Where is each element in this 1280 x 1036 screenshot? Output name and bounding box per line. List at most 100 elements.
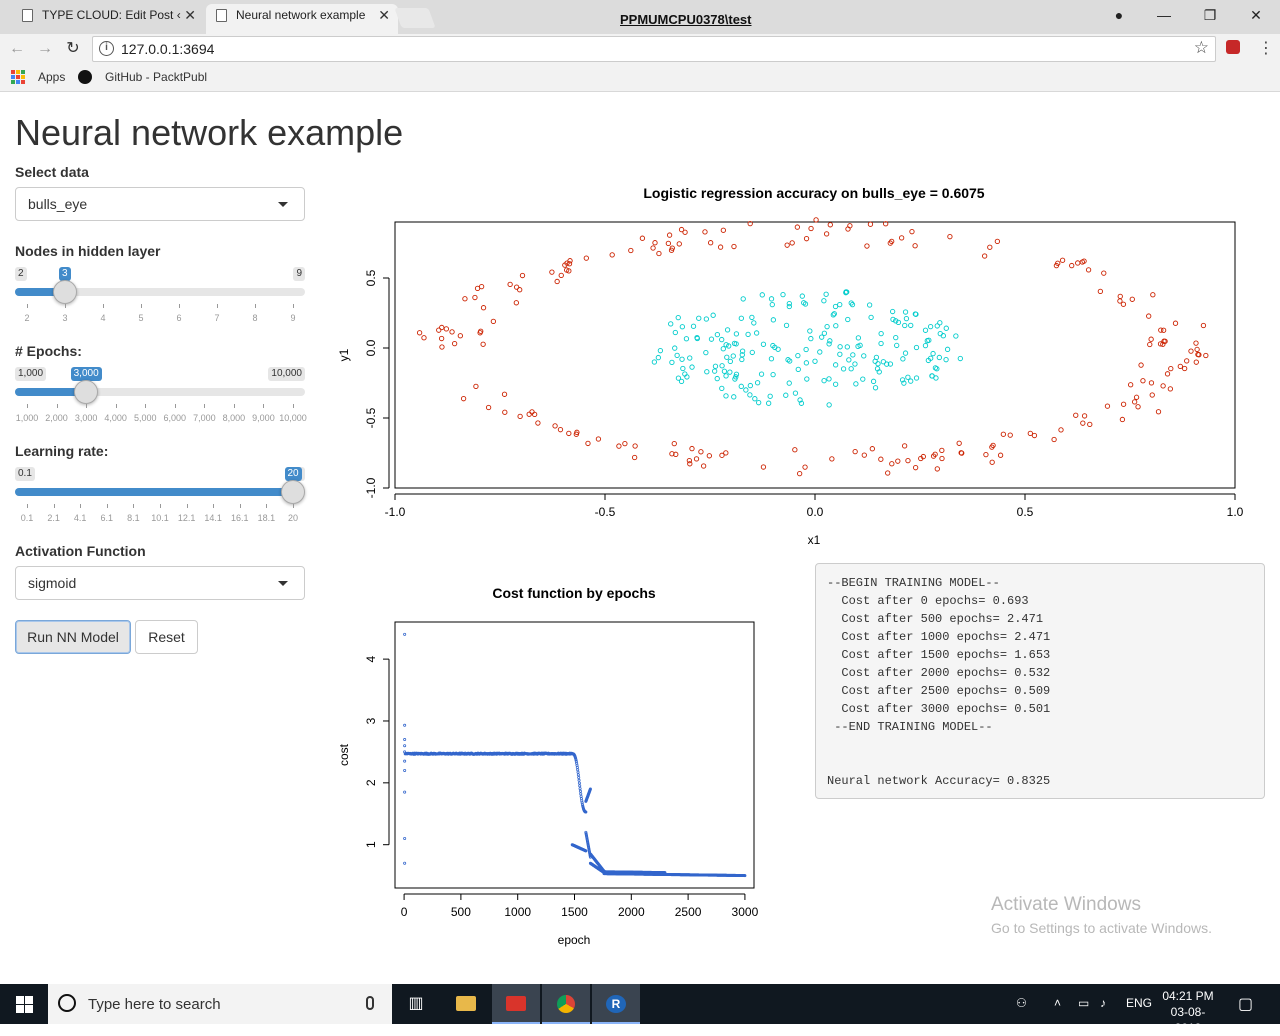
slider-value: 20 xyxy=(284,467,302,481)
learning-rate-slider[interactable]: 0.1 20 20 0.1 2.1 4.1 6.1 8.1 10.1 12.1 14.1 16.1 18… xyxy=(15,467,305,527)
address-bar[interactable]: i 127.0.0.1:3694 ☆ xyxy=(92,36,1216,62)
windows-taskbar: Type here to search ▥ R ⚇ ˄ ▭ ♪ ENG 04:2… xyxy=(0,984,1280,1035)
slider-tick-label: 20 xyxy=(287,513,299,523)
window-title: PPMUMCPU0378\test xyxy=(620,12,752,27)
select-data-value: bulls_eye xyxy=(28,196,88,212)
cost-points xyxy=(403,632,747,878)
close-icon[interactable]: ✕ xyxy=(378,4,390,26)
people-icon[interactable]: ⚇ xyxy=(1016,996,1027,1010)
close-icon[interactable]: ✕ xyxy=(184,4,196,26)
outer-class-point xyxy=(687,461,693,467)
select-data-dropdown[interactable]: bulls_eye xyxy=(15,187,305,221)
outer-class-point xyxy=(1080,420,1086,426)
inner-class-point xyxy=(780,291,786,298)
outer-class-point xyxy=(912,465,919,471)
slider-tick-label: 6,000 xyxy=(163,413,187,423)
reload-icon[interactable]: ↻ xyxy=(62,38,84,60)
inner-class-point xyxy=(724,327,731,333)
menu-icon[interactable]: ⋮ xyxy=(1258,38,1274,58)
outer-class-point xyxy=(583,255,589,261)
system-clock[interactable]: 04:21 PM 03-08-2018 xyxy=(1158,988,1218,1036)
outer-class-point xyxy=(438,335,445,342)
inner-class-point xyxy=(708,336,715,342)
chrome-icon[interactable] xyxy=(542,984,590,1024)
profile-icon[interactable]: ● xyxy=(1105,6,1133,26)
outer-class-point xyxy=(895,458,901,464)
bookmark-star-icon[interactable]: ☆ xyxy=(1194,38,1209,58)
outer-class-point xyxy=(861,452,867,458)
scatter-x-label: x1 xyxy=(808,533,821,547)
maximize-button[interactable]: ❐ xyxy=(1196,6,1224,26)
outer-class-point xyxy=(1146,313,1152,319)
close-window-button[interactable]: ✕ xyxy=(1242,6,1270,26)
outer-class-point xyxy=(1104,403,1111,409)
search-placeholder: Type here to search xyxy=(88,996,221,1013)
inner-class-point xyxy=(668,321,674,327)
slider-handle[interactable] xyxy=(74,380,99,404)
tab-type-cloud[interactable]: TYPE CLOUD: Edit Post ‹ ✕ xyxy=(12,4,204,34)
training-output: --BEGIN TRAINING MODEL-- Cost after 0 ep… xyxy=(815,563,1265,799)
cost-y-label: cost xyxy=(337,743,351,766)
cost-point xyxy=(579,794,583,798)
inner-class-point xyxy=(723,373,729,379)
outer-class-point xyxy=(693,456,700,462)
inner-class-point xyxy=(913,344,920,351)
network-icon[interactable]: ▭ xyxy=(1078,996,1089,1010)
inner-class-point xyxy=(719,363,725,369)
run-nn-model-button[interactable]: Run NN Model xyxy=(15,620,131,654)
inner-class-point xyxy=(934,323,940,329)
inner-class-point xyxy=(927,323,934,330)
bookmark-github[interactable]: GitHub - PacktPubl xyxy=(105,70,207,84)
outer-class-point xyxy=(1164,371,1171,377)
tab-neural-network[interactable]: Neural network example ✕ xyxy=(206,4,398,34)
start-button[interactable] xyxy=(0,984,48,1024)
outer-class-point xyxy=(1128,382,1134,388)
taskbar-search[interactable]: Type here to search xyxy=(48,984,392,1024)
inner-class-point xyxy=(807,328,813,334)
microphone-icon[interactable] xyxy=(366,996,374,1010)
cost-title: Cost function by epochs xyxy=(492,585,656,601)
back-icon[interactable]: ← xyxy=(6,38,28,60)
extension-icon[interactable] xyxy=(1226,40,1240,54)
outer-class-point xyxy=(1120,401,1127,407)
volume-icon[interactable]: ♪ xyxy=(1100,996,1106,1010)
minimize-button[interactable]: — xyxy=(1150,6,1178,26)
page-icon xyxy=(216,9,227,22)
info-icon[interactable]: i xyxy=(99,41,114,56)
inner-class-point xyxy=(752,396,758,402)
outer-class-point xyxy=(1131,399,1138,405)
slider-handle[interactable] xyxy=(53,280,77,304)
task-view-icon[interactable]: ▥ xyxy=(392,984,440,1024)
reset-button[interactable]: Reset xyxy=(135,620,198,654)
inner-class-point xyxy=(679,356,685,362)
nodes-slider[interactable]: 2 9 3 2 3 4 5 6 7 8 9 xyxy=(15,267,305,327)
chevron-up-icon[interactable]: ˄ xyxy=(1054,996,1061,1010)
inner-class-point xyxy=(934,366,940,372)
epochs-slider[interactable]: 1,000 10,000 3,000 1,000 2,000 3,000 4,000 5,00… xyxy=(15,367,307,427)
inner-class-point xyxy=(651,359,658,365)
inner-class-point xyxy=(868,314,874,321)
slider-handle[interactable] xyxy=(281,480,305,504)
inner-class-point xyxy=(719,336,725,343)
outer-class-point xyxy=(1051,436,1057,443)
bookmark-apps[interactable]: Apps xyxy=(38,70,65,84)
inner-class-point xyxy=(889,308,896,315)
inner-class-point xyxy=(749,349,755,356)
forward-icon[interactable]: → xyxy=(34,38,56,60)
r-icon[interactable]: R xyxy=(592,984,640,1024)
inner-class-point xyxy=(792,390,799,396)
activation-dropdown[interactable]: sigmoid xyxy=(15,566,305,600)
new-tab-button[interactable] xyxy=(394,8,436,28)
file-explorer-icon[interactable] xyxy=(442,984,490,1024)
outer-class-point xyxy=(912,243,918,249)
language-indicator[interactable]: ENG xyxy=(1126,996,1152,1010)
cost-point xyxy=(403,632,407,636)
inner-class-point xyxy=(731,394,737,400)
media-app-icon[interactable] xyxy=(492,984,540,1024)
inner-class-point xyxy=(758,371,765,377)
notifications-icon[interactable]: ▢ xyxy=(1238,994,1253,1014)
scatter-x-axis: -1.0 -0.5 0.0 0.5 1.0 xyxy=(385,493,1244,519)
slider-tick-label: 1,000 xyxy=(15,413,39,423)
inner-class-point xyxy=(783,392,789,398)
outer-class-point xyxy=(698,449,704,455)
